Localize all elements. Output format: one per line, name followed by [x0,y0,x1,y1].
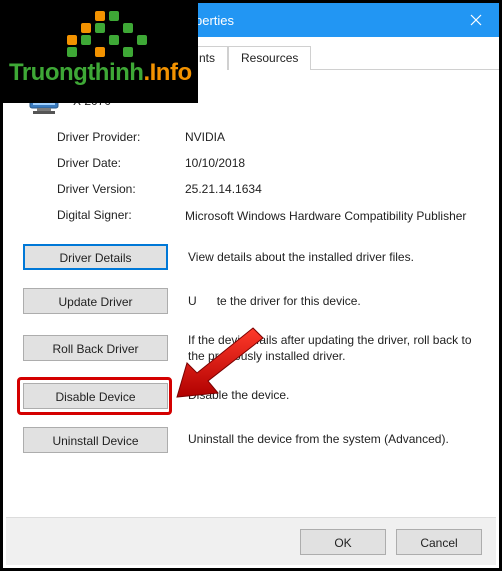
watermark-icon [67,9,192,59]
cancel-button[interactable]: Cancel [396,529,482,555]
update-driver-desc: Update the driver for this device. [188,293,479,309]
version-label: Driver Version: [57,182,177,196]
uninstall-device-button[interactable]: Uninstall Device [23,427,168,453]
driver-details-desc: View details about the installed driver … [188,249,479,265]
date-value: 10/10/2018 [185,156,481,170]
window-close-button[interactable] [453,3,499,37]
driver-info-grid: Driver Provider: NVIDIA Driver Date: 10/… [17,130,485,234]
disable-device-button[interactable]: Disable Device [23,383,168,409]
disable-device-desc: Disable the device. [188,387,479,403]
dialog-footer: OK Cancel [6,517,496,565]
driver-details-button[interactable]: Driver Details [23,244,168,270]
close-icon [470,14,482,26]
update-desc-pre: U [188,294,197,308]
ok-button[interactable]: OK [300,529,386,555]
uninstall-device-desc: Uninstall the device from the system (Ad… [188,431,479,447]
driver-actions: Driver Details View details about the in… [17,234,485,456]
date-label: Driver Date: [57,156,177,170]
signer-label: Digital Signer: [57,208,177,224]
tab-resources[interactable]: Resources [228,46,311,70]
watermark-text-1: Truongthinh [9,59,143,86]
provider-value: NVIDIA [185,130,481,144]
update-driver-button[interactable]: Update Driver [23,288,168,314]
watermark-text-2: Info [150,59,192,86]
version-value: 25.21.14.1634 [185,182,481,196]
driver-panel: X 2070 Driver Provider: NVIDIA Driver Da… [3,70,499,471]
roll-back-driver-desc: If the device fails after updating the d… [188,332,479,364]
update-desc-post: te the driver for this device. [217,294,361,308]
signer-value: Microsoft Windows Hardware Compatibility… [185,208,481,224]
roll-back-driver-button[interactable]: Roll Back Driver [23,335,168,361]
provider-label: Driver Provider: [57,130,177,144]
watermark-logo: Truongthinh.Info [3,3,198,103]
